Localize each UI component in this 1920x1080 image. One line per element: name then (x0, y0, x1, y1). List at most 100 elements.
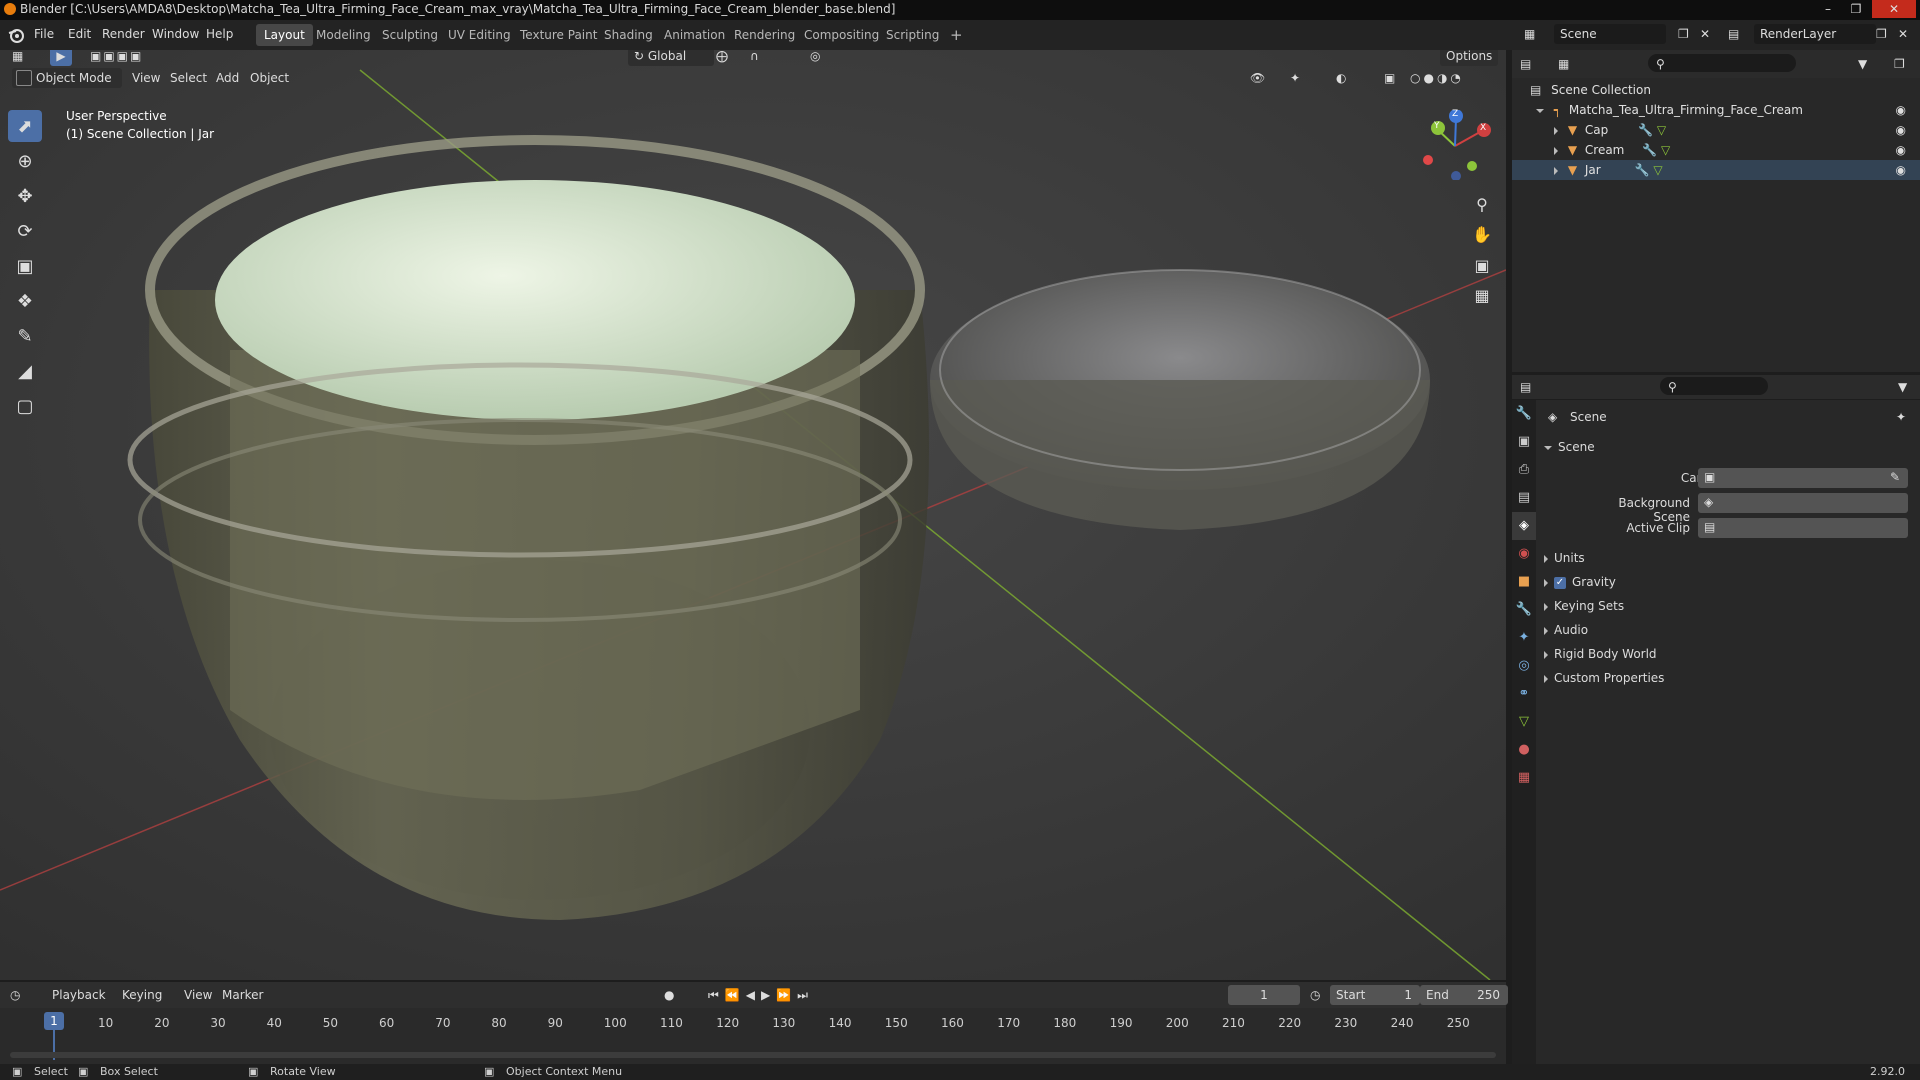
zoom-icon[interactable]: ⚲ (1470, 195, 1494, 219)
outliner-item-cap[interactable]: ▼ Cap 🔧 ▽ ◉ (1512, 120, 1920, 140)
tab-animation[interactable]: Animation (656, 24, 733, 46)
outliner-collection-row[interactable]: ┑ Matcha_Tea_Ultra_Firming_Face_Cream ◉ (1512, 100, 1920, 120)
scale-icon[interactable]: ▣ (8, 250, 42, 282)
modifier-tab-icon[interactable]: 🔧 (1512, 596, 1536, 624)
viewport-menu-object[interactable]: Object (250, 68, 289, 88)
proportional-edit-icon[interactable]: ◎ (810, 50, 820, 66)
pan-hand-icon[interactable]: ✋ (1470, 225, 1494, 249)
pivot-icon[interactable]: ⨁ (716, 50, 728, 66)
scene-browse-icon[interactable]: ▦ (1524, 24, 1535, 44)
editor-type-icon[interactable]: ▦ (12, 50, 23, 66)
view-layer-icon[interactable]: ▤ (1728, 24, 1739, 44)
annotate-icon[interactable]: ✎ (8, 320, 42, 352)
object-tab-icon[interactable]: ■ (1512, 568, 1536, 596)
viewport-menu-view[interactable]: View (132, 68, 160, 88)
outliner-editor-icon[interactable]: ▤ (1520, 54, 1531, 74)
start-frame-field[interactable]: Start 1 (1330, 985, 1420, 1005)
playhead[interactable]: 1 (44, 1012, 64, 1030)
shading-mode-icons[interactable]: ○●◑◔ (1410, 68, 1464, 88)
tab-texture-paint[interactable]: Texture Paint (512, 24, 605, 46)
end-frame-field[interactable]: End 250 (1420, 985, 1508, 1005)
close-icon[interactable]: ✕ (1872, 0, 1916, 18)
keying-sets-panel[interactable]: Keying Sets (1544, 599, 1624, 613)
scene-tab-icon[interactable]: ◈ (1512, 512, 1536, 540)
ortho-grid-icon[interactable]: ▦ (1470, 286, 1494, 310)
menu-edit[interactable]: Edit (68, 27, 91, 41)
visibility-eye-icon[interactable]: ◉ (1896, 100, 1906, 120)
cursor-icon[interactable]: ⊕ (8, 145, 42, 177)
properties-editor-icon[interactable]: ▤ (1520, 377, 1531, 397)
menu-render[interactable]: Render (102, 27, 145, 41)
rotate-icon[interactable]: ⟳ (8, 215, 42, 247)
constraints-tab-icon[interactable]: ⚭ (1512, 680, 1536, 708)
tab-compositing[interactable]: Compositing (796, 24, 887, 46)
rigid-body-world-panel[interactable]: Rigid Body World (1544, 647, 1657, 661)
outliner-item-cream[interactable]: ▼ Cream 🔧 ▽ ◉ (1512, 140, 1920, 160)
expand-icon[interactable] (1536, 108, 1544, 113)
camera-field[interactable]: ▣ ✎ (1698, 468, 1908, 488)
object-mode-dropdown[interactable]: Object Mode (12, 68, 122, 88)
properties-options-icon[interactable]: ▼ (1898, 377, 1907, 397)
options-dropdown[interactable]: Options (1440, 50, 1499, 66)
transform-orientation-dropdown[interactable]: ↻ Global (628, 50, 714, 66)
data-tab-icon[interactable]: ▽ (1512, 708, 1536, 736)
navigation-gizmo[interactable]: X Y Z (1420, 109, 1500, 181)
timeline-menu-keying[interactable]: Keying (122, 985, 162, 1005)
timeline-menu-marker[interactable]: Marker (222, 985, 263, 1005)
render-layer-selector[interactable]: RenderLayer (1754, 24, 1876, 44)
visibility-eye-icon[interactable]: ◉ (1896, 120, 1906, 140)
menu-help[interactable]: Help (206, 27, 233, 41)
tab-shading[interactable]: Shading (596, 24, 661, 46)
outliner-scene-collection[interactable]: ▤ Scene Collection (1512, 80, 1920, 100)
tab-scripting[interactable]: Scripting (878, 24, 947, 46)
scene-panel-header[interactable]: Scene (1544, 440, 1595, 454)
3d-viewport[interactable]: Object Mode View Select Add Object ▦ ▶ ▣… (0, 50, 1506, 980)
new-layer-icon[interactable]: ❐ (1876, 24, 1887, 44)
timeline[interactable]: ◷ Playback Keying View Marker ● ⏮⏪◀▶⏩⏭ 1… (0, 982, 1508, 1064)
current-frame-field[interactable]: 1 (1228, 985, 1300, 1005)
snap-icon[interactable]: ∩ (750, 50, 759, 66)
tab-modeling[interactable]: Modeling (308, 24, 379, 46)
visibility-icon[interactable]: 👁 (1250, 68, 1265, 88)
menu-window[interactable]: Window (152, 27, 199, 41)
tab-layout[interactable]: Layout (256, 24, 313, 46)
menu-file[interactable]: File (34, 27, 54, 41)
delete-scene-icon[interactable]: ✕ (1700, 24, 1710, 44)
tool-tab-icon[interactable]: 🔧 (1512, 400, 1536, 428)
properties-search-input[interactable]: ⚲ (1660, 377, 1768, 395)
tab-uv-editing[interactable]: UV Editing (440, 24, 519, 46)
gravity-checkbox[interactable]: ✓ (1554, 576, 1566, 589)
gizmo-icon[interactable]: ✦ (1290, 68, 1300, 88)
view-layer-tab-icon[interactable]: ▤ (1512, 484, 1536, 512)
overlay-icon[interactable]: ◐ (1336, 68, 1346, 88)
gravity-panel[interactable]: ✓ Gravity (1544, 575, 1616, 589)
render-tab-icon[interactable]: ▣ (1512, 428, 1536, 456)
outliner-item-jar[interactable]: ▼ Jar 🔧 ▽ ◉ (1512, 160, 1920, 180)
select-tool-icon[interactable]: ▶ (50, 50, 72, 66)
timeline-menu-view[interactable]: View (184, 985, 212, 1005)
viewport-menu-add[interactable]: Add (216, 68, 239, 88)
world-tab-icon[interactable]: ◉ (1512, 540, 1536, 568)
tab-sculpting[interactable]: Sculpting (374, 24, 446, 46)
camera-view-icon[interactable]: ▣ (1470, 256, 1494, 280)
new-collection-icon[interactable]: ❐ (1894, 54, 1905, 74)
move-icon[interactable]: ✥ (8, 180, 42, 212)
record-icon[interactable]: ● (664, 985, 674, 1005)
timeline-menu-playback[interactable]: Playback (52, 985, 106, 1005)
maximize-icon[interactable]: ❐ (1842, 0, 1870, 18)
viewport-menu-select[interactable]: Select (170, 68, 207, 88)
particles-tab-icon[interactable]: ✦ (1512, 624, 1536, 652)
selection-mode-icons[interactable]: ▣▣▣▣ (90, 50, 186, 66)
expand-icon[interactable] (1554, 166, 1558, 175)
transform-icon[interactable]: ❖ (8, 285, 42, 317)
measure-icon[interactable]: ◢ (8, 355, 42, 387)
filter-icon[interactable]: ▼ (1858, 54, 1867, 74)
active-clip-field[interactable]: ▤ (1698, 518, 1908, 538)
playback-controls-icons[interactable]: ⏮⏪◀▶⏩⏭ (708, 985, 814, 1005)
delete-layer-icon[interactable]: ✕ (1898, 24, 1908, 44)
minimize-icon[interactable]: – (1814, 0, 1842, 18)
expand-icon[interactable] (1554, 146, 1558, 155)
expand-icon[interactable] (1554, 126, 1558, 135)
outliner-search-input[interactable]: ⚲ (1648, 54, 1796, 72)
display-mode-icon[interactable]: ▦ (1558, 54, 1569, 74)
